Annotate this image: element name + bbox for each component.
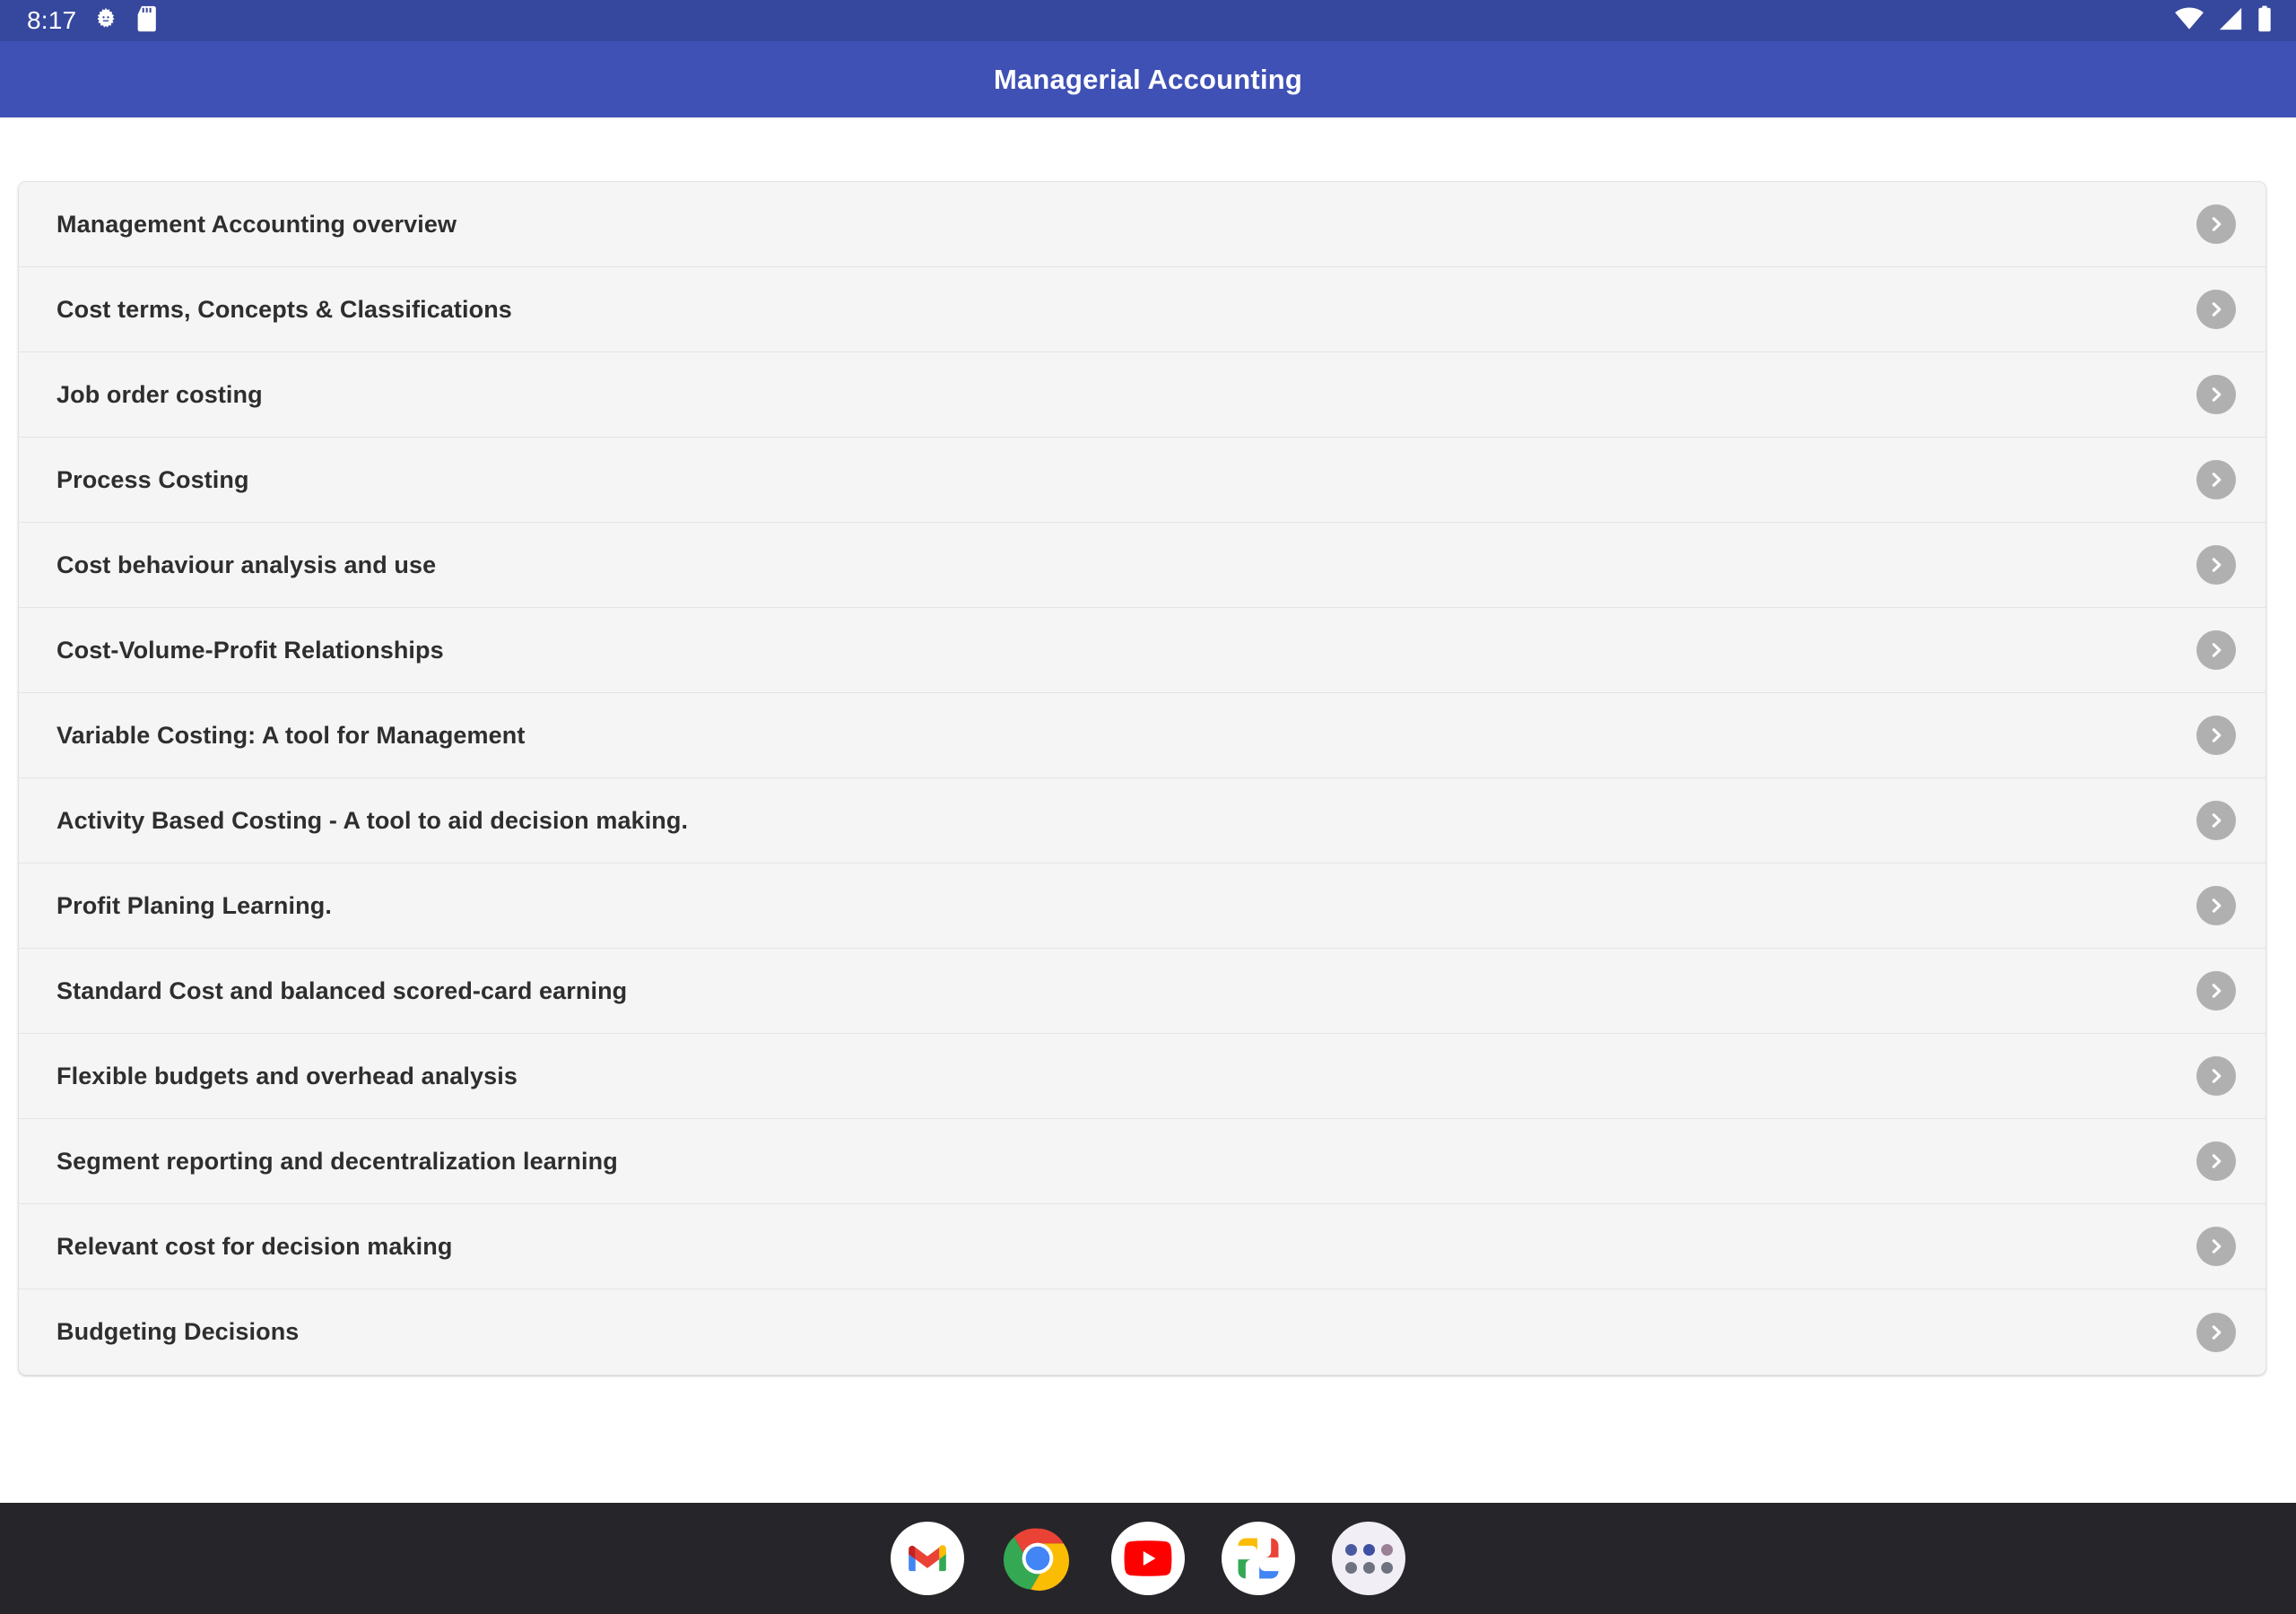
list-item-label: Job order costing <box>57 380 263 408</box>
chevron-right-icon[interactable] <box>2196 971 2236 1011</box>
list-item[interactable]: Segment reporting and decentralization l… <box>19 1119 2266 1204</box>
battery-icon <box>2257 5 2273 37</box>
list-item-label: Flexible budgets and overhead analysis <box>57 1062 517 1089</box>
chevron-right-icon[interactable] <box>2196 545 2236 585</box>
chevron-right-icon[interactable] <box>2196 375 2236 414</box>
list-item[interactable]: Job order costing <box>19 352 2266 438</box>
list-item[interactable]: Variable Costing: A tool for Management <box>19 693 2266 778</box>
list-item-label: Variable Costing: A tool for Management <box>57 721 526 749</box>
android-settings-icon <box>92 5 119 37</box>
drawer-dot <box>1380 1561 1393 1574</box>
list-item[interactable]: Activity Based Costing - A tool to aid d… <box>19 778 2266 863</box>
drawer-dot <box>1380 1543 1393 1556</box>
chevron-right-icon[interactable] <box>2196 1141 2236 1181</box>
status-bar-clock: 8:17 <box>27 6 77 34</box>
gmail-icon[interactable] <box>891 1522 964 1595</box>
drawer-dot <box>1344 1543 1357 1556</box>
chevron-right-icon[interactable] <box>2196 460 2236 499</box>
page-title: Managerial Accounting <box>993 63 1303 95</box>
topic-list-card: Management Accounting overview Cost terms… <box>18 181 2266 1375</box>
list-item-label: Standard Cost and balanced scored-card e… <box>57 976 628 1004</box>
list-item-label: Process Costing <box>57 465 249 493</box>
google-photos-icon[interactable] <box>1222 1522 1295 1595</box>
chevron-right-icon[interactable] <box>2196 801 2236 840</box>
app-bar: Managerial Accounting <box>0 41 2296 117</box>
cellular-signal-icon <box>2217 7 2244 35</box>
chevron-right-icon[interactable] <box>2196 204 2236 244</box>
list-item-label: Activity Based Costing - A tool to aid d… <box>57 806 689 834</box>
list-item-label: Cost behaviour analysis and use <box>57 551 437 578</box>
list-item[interactable]: Budgeting Decisions <box>19 1289 2266 1375</box>
dock <box>0 1503 2296 1614</box>
list-item[interactable]: Cost-Volume-Profit Relationships <box>19 608 2266 693</box>
sd-card-icon <box>135 5 159 37</box>
list-item[interactable]: Profit Planing Learning. <box>19 863 2266 949</box>
list-item-label: Cost terms, Concepts & Classifications <box>57 295 512 323</box>
chevron-right-icon[interactable] <box>2196 1312 2236 1352</box>
youtube-icon[interactable] <box>1111 1522 1185 1595</box>
list-item-label: Management Accounting overview <box>57 210 457 238</box>
android-app-screen: 8:17 Managerial Accounting Management Ac… <box>0 0 2296 1614</box>
chevron-right-icon[interactable] <box>2196 886 2236 925</box>
drawer-dot <box>1344 1561 1357 1574</box>
app-drawer-dot-grid <box>1344 1543 1393 1574</box>
list-item-label: Relevant cost for decision making <box>57 1232 453 1260</box>
list-item-label: Cost-Volume-Profit Relationships <box>57 636 444 664</box>
list-item-label: Profit Planing Learning. <box>57 891 332 919</box>
list-item[interactable]: Management Accounting overview <box>19 182 2266 267</box>
list-item[interactable]: Process Costing <box>19 438 2266 523</box>
chevron-right-icon[interactable] <box>2196 1056 2236 1096</box>
list-item[interactable]: Cost behaviour analysis and use <box>19 523 2266 608</box>
list-item[interactable]: Cost terms, Concepts & Classifications <box>19 267 2266 352</box>
list-item-label: Segment reporting and decentralization l… <box>57 1147 618 1175</box>
list-item[interactable]: Standard Cost and balanced scored-card e… <box>19 949 2266 1034</box>
list-item[interactable]: Relevant cost for decision making <box>19 1204 2266 1289</box>
content-area: Management Accounting overview Cost terms… <box>0 117 2296 1503</box>
drawer-dot <box>1362 1543 1375 1556</box>
status-bar-right <box>2174 5 2273 37</box>
status-bar: 8:17 <box>0 0 2296 41</box>
chrome-icon[interactable] <box>1001 1522 1074 1595</box>
chevron-right-icon[interactable] <box>2196 630 2236 670</box>
list-item[interactable]: Flexible budgets and overhead analysis <box>19 1034 2266 1119</box>
list-item-label: Budgeting Decisions <box>57 1318 300 1345</box>
chevron-right-icon[interactable] <box>2196 290 2236 329</box>
status-bar-left: 8:17 <box>27 5 159 37</box>
wifi-icon <box>2174 7 2205 35</box>
chevron-right-icon[interactable] <box>2196 1227 2236 1266</box>
app-drawer-icon[interactable] <box>1332 1522 1405 1595</box>
drawer-dot <box>1362 1561 1375 1574</box>
chevron-right-icon[interactable] <box>2196 716 2236 755</box>
